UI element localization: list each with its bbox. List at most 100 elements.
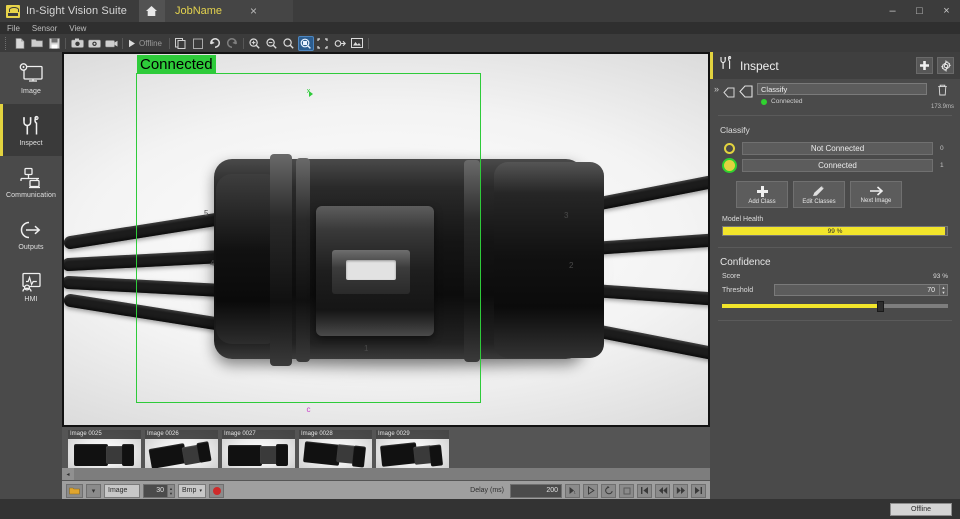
- folder-icon[interactable]: [66, 484, 83, 498]
- threshold-spinner[interactable]: ▲▼: [940, 284, 948, 296]
- plus-icon: [756, 185, 769, 198]
- class-label-connected[interactable]: Connected: [742, 159, 933, 172]
- class-count-connected: 1: [940, 162, 952, 169]
- record-icon[interactable]: [103, 36, 119, 51]
- toolbar-separator: [366, 37, 371, 50]
- stop-icon[interactable]: [619, 484, 634, 498]
- format-dropdown[interactable]: Bmp ▾: [178, 484, 206, 498]
- copy-icon[interactable]: [173, 36, 189, 51]
- chevron-right-icon[interactable]: »: [714, 83, 719, 94]
- next-image-icon[interactable]: [673, 484, 688, 498]
- status-dot-icon: [761, 99, 767, 105]
- sidebar-item-hmi[interactable]: HMI: [0, 260, 62, 312]
- redo-icon[interactable]: [224, 36, 240, 51]
- class-label-not-connected[interactable]: Not Connected: [742, 142, 933, 155]
- score-value: 93 %: [933, 273, 948, 280]
- source-field[interactable]: Image: [104, 484, 140, 498]
- previous-image-icon[interactable]: [655, 484, 670, 498]
- folder-dropdown-icon[interactable]: ▾: [86, 484, 101, 498]
- home-icon: [145, 5, 158, 17]
- minimize-button[interactable]: –: [879, 0, 906, 22]
- maximize-button[interactable]: □: [906, 0, 933, 22]
- image-count-value[interactable]: 30: [143, 484, 168, 498]
- plus-icon: [919, 60, 930, 71]
- threshold-slider[interactable]: [722, 301, 948, 311]
- panel-settings-button[interactable]: [937, 57, 954, 74]
- threshold-field[interactable]: 70: [774, 284, 940, 296]
- image-settings-icon[interactable]: [332, 36, 348, 51]
- edit-classes-button[interactable]: Edit Classes: [793, 181, 845, 208]
- slider-knob[interactable]: [877, 301, 884, 312]
- tool-name-field[interactable]: Classify: [757, 83, 927, 95]
- zoom-fit-icon[interactable]: [298, 36, 314, 51]
- first-image-icon[interactable]: [637, 484, 652, 498]
- step-icon[interactable]: 1: [565, 484, 580, 498]
- application-window: In-Sight Vision Suite JobName × – □ × Fi…: [0, 0, 960, 519]
- menu-item-sensor[interactable]: Sensor: [32, 24, 57, 33]
- sidebar-label-outputs: Outputs: [18, 244, 43, 251]
- class-radio-icon[interactable]: [724, 143, 735, 154]
- run-offline-button[interactable]: Offline: [126, 39, 166, 48]
- job-tab[interactable]: JobName ×: [165, 0, 293, 22]
- class-radio-selected-icon[interactable]: [724, 160, 735, 171]
- loop-icon[interactable]: [601, 484, 616, 498]
- sidebar-item-inspect[interactable]: Inspect: [0, 104, 62, 156]
- undo-icon[interactable]: [207, 36, 223, 51]
- thumbnail-caption: Image 0025: [68, 430, 141, 439]
- close-button[interactable]: ×: [933, 0, 960, 22]
- new-job-icon[interactable]: [12, 36, 28, 51]
- image-icon[interactable]: [349, 36, 365, 51]
- connection-status-button[interactable]: Offline: [890, 503, 952, 516]
- trigger-icon[interactable]: [69, 36, 85, 51]
- tool-meta: 173.9ms: [931, 83, 954, 110]
- roi-rectangle[interactable]: Connected x c: [136, 73, 481, 403]
- add-tool-button[interactable]: [916, 57, 933, 74]
- job-tab-close-icon[interactable]: ×: [250, 5, 257, 17]
- thumbnail-caption: Image 0027: [222, 430, 295, 439]
- delete-tool-button[interactable]: [937, 83, 948, 101]
- class-row-not-connected[interactable]: Not Connected 0: [710, 140, 960, 157]
- zoom-out-icon[interactable]: [264, 36, 280, 51]
- next-image-button[interactable]: Next Image: [850, 181, 902, 208]
- zoom-reset-icon[interactable]: [281, 36, 297, 51]
- scrollbar-track[interactable]: [74, 468, 710, 480]
- chevron-down-icon: ▾: [199, 488, 202, 494]
- sidebar-label-communication: Communication: [6, 192, 56, 199]
- inspect-tools-icon: [18, 114, 44, 138]
- image-viewer[interactable]: 5 4 3 2 1 Connected x c: [62, 52, 710, 427]
- fit-window-icon[interactable]: [315, 36, 331, 51]
- menu-item-file[interactable]: File: [7, 24, 20, 33]
- image-canvas[interactable]: 5 4 3 2 1 Connected x c: [64, 54, 708, 425]
- classify-actions: Add Class Edit Classes Next Image: [710, 174, 960, 208]
- zoom-in-icon[interactable]: [247, 36, 263, 51]
- menu-item-view[interactable]: View: [69, 24, 86, 33]
- sidebar-item-outputs[interactable]: Outputs: [0, 208, 62, 260]
- paste-icon[interactable]: [190, 36, 206, 51]
- play-icon[interactable]: [583, 484, 598, 498]
- tool-list-item[interactable]: » Classify Connected 173.: [710, 79, 960, 110]
- last-image-icon[interactable]: [691, 484, 706, 498]
- save-job-icon[interactable]: [46, 36, 62, 51]
- score-label: Score: [722, 273, 740, 280]
- sidebar-item-image[interactable]: Image: [0, 52, 62, 104]
- scroll-left-icon[interactable]: ◂: [62, 468, 74, 480]
- filmstrip-scrollbar[interactable]: ◂: [62, 468, 710, 480]
- add-class-button[interactable]: Add Class: [736, 181, 788, 208]
- image-count-spinner[interactable]: ▲▼: [168, 484, 175, 498]
- capture-icon[interactable]: [86, 36, 102, 51]
- gear-icon: [940, 60, 952, 72]
- roi-axis-x-arrow-icon: [309, 91, 313, 97]
- inspect-panel-header-buttons: [916, 57, 960, 74]
- threshold-label: Threshold: [722, 287, 774, 294]
- sidebar-item-communication[interactable]: Communication: [0, 156, 62, 208]
- class-row-connected[interactable]: Connected 1: [710, 157, 960, 174]
- image-count-stepper[interactable]: 30 ▲▼: [143, 484, 175, 498]
- open-job-icon[interactable]: [29, 36, 45, 51]
- model-health-label: Model Health: [710, 208, 960, 226]
- record-toggle-icon[interactable]: [209, 484, 224, 498]
- delay-value[interactable]: 200: [510, 484, 562, 498]
- divider: [718, 320, 952, 321]
- home-tab[interactable]: [139, 0, 165, 22]
- toolbar-separator: [167, 37, 172, 50]
- offline-label: Offline: [139, 39, 162, 48]
